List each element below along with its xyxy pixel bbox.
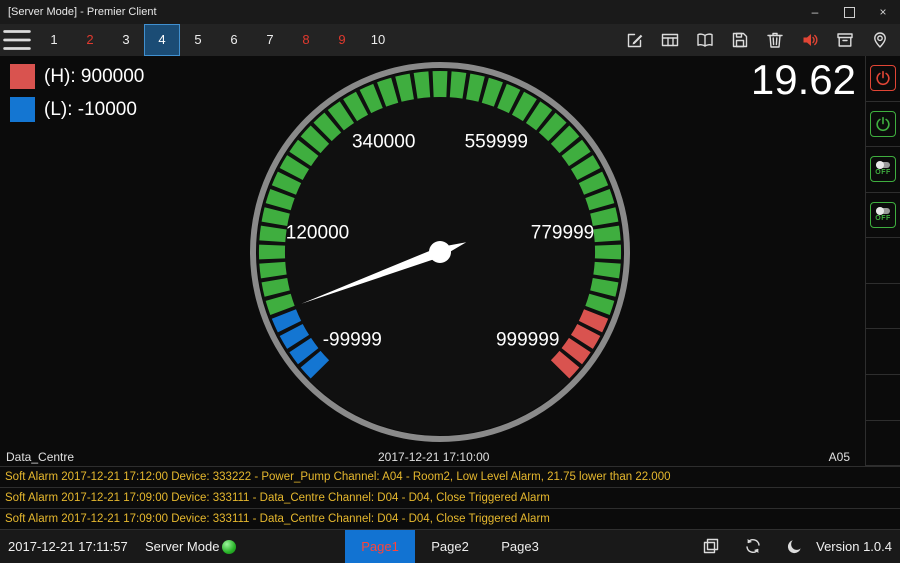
legend-low-row: (L): -10000 bbox=[10, 97, 144, 122]
page-tabs: Page1Page2Page3 bbox=[345, 530, 555, 563]
trash-icon[interactable] bbox=[765, 30, 785, 50]
toolbar-tab-2[interactable]: 2 bbox=[72, 24, 108, 56]
table-icon[interactable] bbox=[660, 30, 680, 50]
sync-icon[interactable] bbox=[743, 536, 763, 556]
toolbar-tab-7[interactable]: 7 bbox=[252, 24, 288, 56]
toolbar-tab-6[interactable]: 6 bbox=[216, 24, 252, 56]
gauge-scale-label: -99999 bbox=[323, 330, 382, 351]
main-area: -99999 120000 340000 559999 779999 999999 (H)… bbox=[0, 56, 900, 466]
moon-icon[interactable] bbox=[785, 536, 805, 556]
page-tab-page1[interactable]: Page1 bbox=[345, 530, 415, 563]
save-icon[interactable] bbox=[730, 30, 750, 50]
toolbar-tab-1[interactable]: 1 bbox=[36, 24, 72, 56]
power-icon bbox=[874, 115, 892, 133]
mode-label: Server Mode bbox=[145, 530, 219, 563]
speaker-icon[interactable] bbox=[800, 30, 820, 50]
toggle-switch-icon bbox=[876, 162, 890, 168]
channel-label: A05 bbox=[829, 450, 850, 464]
gauge-footer: Data_Centre 2017-12-21 17:10:00 A05 bbox=[0, 448, 864, 466]
page-tab-page3[interactable]: Page3 bbox=[485, 530, 555, 563]
connection-indicator bbox=[222, 540, 236, 554]
sidebar-cell-7 bbox=[866, 329, 900, 375]
gauge-scale-label: 559999 bbox=[465, 132, 528, 153]
low-limit-label: (L): -10000 bbox=[44, 99, 137, 121]
sidebar-cell-9 bbox=[866, 421, 900, 467]
low-limit-swatch bbox=[10, 97, 35, 122]
toolbar-tab-10[interactable]: 10 bbox=[360, 24, 396, 56]
gauge-hub bbox=[429, 241, 451, 263]
sidebar-cell-5 bbox=[866, 238, 900, 284]
device-name: Data_Centre bbox=[6, 450, 74, 464]
alarm-list: Soft Alarm 2017-12-21 17:12:00 Device: 3… bbox=[0, 466, 900, 529]
legend-high-row: (H): 900000 bbox=[10, 64, 144, 89]
alarm-row-3[interactable]: Soft Alarm 2017-12-21 17:09:00 Device: 3… bbox=[0, 508, 900, 529]
toggle-button-1[interactable]: OFF bbox=[870, 156, 896, 182]
book-icon[interactable] bbox=[695, 30, 715, 50]
gauge-scale-label: 999999 bbox=[496, 330, 559, 351]
sidebar-cell-8 bbox=[866, 375, 900, 421]
version-label: Version 1.0.4 bbox=[816, 530, 892, 563]
toggle-button-2[interactable]: OFF bbox=[870, 202, 896, 228]
power-icon bbox=[874, 69, 892, 87]
toolbar-tab-5[interactable]: 5 bbox=[180, 24, 216, 56]
sidebar-cell-2 bbox=[866, 102, 900, 148]
current-value: 19.62 bbox=[751, 56, 856, 104]
close-button[interactable]: × bbox=[866, 0, 900, 24]
title-bar: [Server Mode] - Premier Client – × bbox=[0, 0, 900, 24]
page-tab-page2[interactable]: Page2 bbox=[415, 530, 485, 563]
sidebar-cell-4: OFF bbox=[866, 193, 900, 239]
current-time: 2017-12-21 17:11:57 bbox=[8, 530, 128, 563]
sidebar-cell-6 bbox=[866, 284, 900, 330]
location-icon[interactable] bbox=[870, 30, 890, 50]
sidebar-cell-3: OFF bbox=[866, 147, 900, 193]
window-title: [Server Mode] - Premier Client bbox=[0, 6, 798, 18]
layout-icon[interactable] bbox=[701, 536, 721, 556]
high-limit-swatch bbox=[10, 64, 35, 89]
gauge-scale-label: 779999 bbox=[531, 223, 594, 244]
minimize-button[interactable]: – bbox=[798, 0, 832, 24]
toolbar-tab-9[interactable]: 9 bbox=[324, 24, 360, 56]
sidebar-cell-1 bbox=[866, 56, 900, 102]
toolbar-tab-8[interactable]: 8 bbox=[288, 24, 324, 56]
premier-client-window: [Server Mode] - Premier Client – × 12345… bbox=[0, 0, 900, 563]
toolbar-tab-4[interactable]: 4 bbox=[144, 24, 180, 56]
gauge-scale-label: 120000 bbox=[286, 223, 349, 244]
gauge-scale-label: 340000 bbox=[352, 132, 415, 153]
power-off-button[interactable] bbox=[870, 65, 896, 91]
status-bar: 2017-12-21 17:11:57 Server Mode Page1Pag… bbox=[0, 529, 900, 563]
gauge-panel: -99999 120000 340000 559999 779999 999999 (H)… bbox=[0, 56, 864, 466]
hamburger-icon bbox=[0, 23, 34, 57]
maximize-icon bbox=[844, 7, 855, 18]
toolbar-icons bbox=[625, 30, 900, 50]
high-limit-label: (H): 900000 bbox=[44, 66, 144, 88]
edit-icon[interactable] bbox=[625, 30, 645, 50]
alarm-row-2[interactable]: Soft Alarm 2017-12-21 17:09:00 Device: 3… bbox=[0, 487, 900, 508]
power-on-button[interactable] bbox=[870, 111, 896, 137]
statusbar-icons bbox=[701, 536, 805, 556]
control-sidebar: OFF OFF bbox=[865, 56, 900, 466]
toolbar-tabs: 12345678910 bbox=[36, 24, 396, 56]
toolbar: 12345678910 bbox=[0, 24, 900, 56]
toggle-switch-icon bbox=[876, 208, 890, 214]
menu-button[interactable] bbox=[0, 24, 34, 56]
alarm-row-1[interactable]: Soft Alarm 2017-12-21 17:12:00 Device: 3… bbox=[0, 466, 900, 487]
reading-timestamp: 2017-12-21 17:10:00 bbox=[378, 450, 489, 464]
gauge-legend: (H): 900000 (L): -10000 bbox=[10, 64, 144, 130]
archive-icon[interactable] bbox=[835, 30, 855, 50]
toolbar-tab-3[interactable]: 3 bbox=[108, 24, 144, 56]
maximize-button[interactable] bbox=[832, 0, 866, 24]
